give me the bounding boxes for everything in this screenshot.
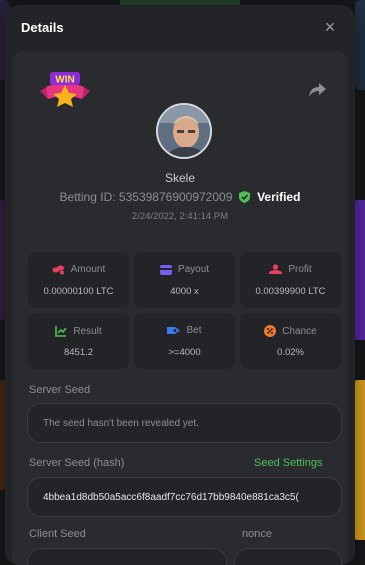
shield-check-icon bbox=[239, 191, 250, 203]
stat-bet: Bet >=4000 bbox=[134, 313, 235, 369]
server-seed-hash-label: Server Seed (hash) bbox=[29, 457, 124, 469]
background-tile bbox=[355, 0, 365, 90]
server-seed-label: Server Seed bbox=[29, 384, 90, 396]
stat-label: Payout bbox=[178, 264, 209, 275]
betting-id-row: Betting ID: 53539876900972009 Verified bbox=[12, 190, 348, 204]
stat-amount: Amount 0.00000100 LTC bbox=[28, 252, 129, 308]
modal-header: Details × bbox=[5, 5, 355, 49]
close-button[interactable]: × bbox=[321, 18, 339, 36]
verified-label: Verified bbox=[257, 190, 300, 204]
betting-id-label: Betting ID: bbox=[60, 190, 116, 204]
stat-value: >=4000 bbox=[134, 347, 235, 358]
result-icon bbox=[55, 325, 67, 337]
win-badge-icon: WIN bbox=[36, 69, 94, 109]
stat-profit: Profit 0.00399900 LTC bbox=[240, 252, 341, 308]
modal-title: Details bbox=[21, 20, 64, 35]
stat-label: Bet bbox=[186, 325, 201, 336]
stat-label: Profit bbox=[288, 264, 311, 275]
stat-result: Result 8451.2 bbox=[28, 313, 129, 369]
bet-timestamp: 2/24/2022, 2:41:14 PM bbox=[12, 211, 348, 222]
client-seed-field[interactable] bbox=[27, 548, 227, 565]
stat-label: Result bbox=[73, 326, 101, 337]
server-seed-hash-field[interactable]: 4bbea1d8db50a5acc6f8aadf7cc76d17bb9840e8… bbox=[27, 477, 342, 517]
player-name: Skele bbox=[12, 171, 348, 185]
client-seed-label: Client Seed bbox=[29, 528, 86, 540]
stat-value: 0.00399900 LTC bbox=[240, 286, 341, 297]
profit-icon bbox=[269, 264, 282, 275]
win-badge-text: WIN bbox=[55, 75, 74, 86]
stat-value: 0.02% bbox=[240, 347, 341, 358]
bet-icon bbox=[167, 325, 180, 336]
wallet-icon bbox=[160, 265, 172, 275]
stat-label: Chance bbox=[282, 326, 316, 337]
betting-id-value: 53539876900972009 bbox=[119, 190, 232, 204]
chance-icon bbox=[264, 325, 276, 337]
share-icon[interactable] bbox=[307, 81, 327, 99]
stat-chance: Chance 0.02% bbox=[240, 313, 341, 369]
bet-details-card: WIN Skele Betting ID: 53539876900972009 bbox=[12, 51, 348, 565]
nonce-field[interactable] bbox=[234, 548, 342, 565]
stat-payout: Payout 4000 x bbox=[134, 252, 235, 308]
stat-value: 4000 x bbox=[134, 286, 235, 297]
bet-details-modal: Details × WIN bbox=[5, 5, 355, 565]
stat-label: Amount bbox=[71, 264, 105, 275]
stat-value: 8451.2 bbox=[28, 347, 129, 358]
coins-icon bbox=[52, 264, 65, 275]
server-seed-field[interactable]: The seed hasn't been revealed yet. bbox=[27, 403, 342, 443]
avatar bbox=[156, 103, 212, 159]
avatar-photo bbox=[158, 105, 212, 159]
nonce-label: nonce bbox=[242, 528, 272, 540]
stat-value: 0.00000100 LTC bbox=[28, 286, 129, 297]
seed-settings-link[interactable]: Seed Settings bbox=[254, 457, 323, 469]
